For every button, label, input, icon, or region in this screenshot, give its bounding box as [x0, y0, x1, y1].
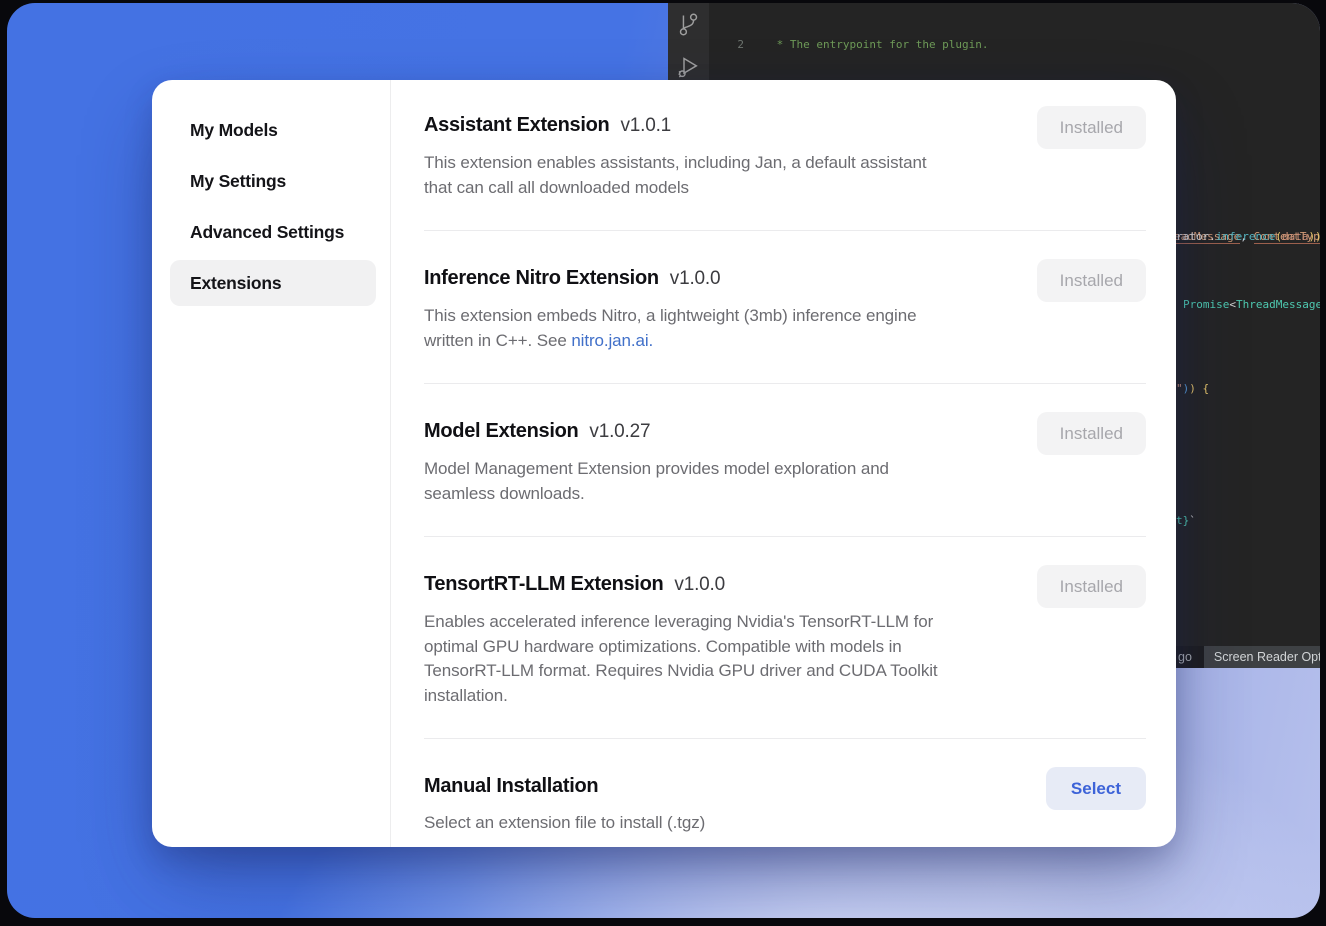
nitro-jan-ai-link[interactable]: nitro.jan.ai.	[571, 331, 653, 350]
status-language-fragment[interactable]: go	[1178, 649, 1192, 665]
installed-button[interactable]: Installed	[1037, 565, 1146, 608]
select-button[interactable]: Select	[1046, 767, 1146, 810]
extension-info: Manual Installation Select an extension …	[424, 773, 705, 836]
settings-sidebar: My Models My Settings Advanced Settings …	[152, 80, 391, 847]
code-line-2: 2 * The entrypoint for the plugin.	[730, 37, 1320, 53]
run-debug-icon[interactable]	[675, 54, 702, 81]
extension-description: This extension embeds Nitro, a lightweig…	[424, 304, 916, 353]
installed-button[interactable]: Installed	[1037, 259, 1146, 302]
sidebar-item-advanced-settings[interactable]: Advanced Settings	[170, 209, 376, 255]
extension-name: Model Extension	[424, 418, 578, 444]
code-fragment-promise: Promise<ThreadMessage>	[1183, 297, 1320, 313]
extension-info: Assistant Extension v1.0.1 This extensio…	[424, 112, 926, 200]
line-number: 2	[730, 37, 744, 53]
extension-version: v1.0.0	[670, 266, 721, 292]
extension-row-inference-nitro: Inference Nitro Extension v1.0.0 This ex…	[424, 231, 1146, 384]
extension-description: Model Management Extension provides mode…	[424, 457, 889, 506]
extension-info: Inference Nitro Extension v1.0.0 This ex…	[424, 265, 916, 353]
extension-row-model: Model Extension v1.0.27 Model Management…	[424, 384, 1146, 537]
extension-info: Model Extension v1.0.27 Model Management…	[424, 418, 889, 506]
code-fragment-parens: ")) {	[1176, 381, 1209, 397]
screen-reader-status-item[interactable]: Screen Reader Optimized	[1204, 646, 1320, 668]
extension-name: Assistant Extension	[424, 112, 609, 138]
extension-description: Enables accelerated inference leveraging…	[424, 610, 938, 708]
extension-info: TensortRT-LLM Extension v1.0.0 Enables a…	[424, 571, 938, 708]
extensions-list: Assistant Extension v1.0.1 This extensio…	[391, 80, 1176, 847]
installed-button[interactable]: Installed	[1037, 106, 1146, 149]
extension-description: Select an extension file to install (.tg…	[424, 811, 705, 836]
code-fragment-template-end: t}`	[1176, 513, 1196, 529]
extension-version: v1.0.0	[674, 572, 725, 598]
source-control-icon[interactable]	[675, 11, 702, 38]
sidebar-item-extensions[interactable]: Extensions	[170, 260, 376, 306]
code-fragment-inference: rator.inference(data));	[1176, 229, 1320, 245]
extension-name: Inference Nitro Extension	[424, 265, 659, 291]
installed-button[interactable]: Installed	[1037, 412, 1146, 455]
extension-row-assistant: Assistant Extension v1.0.1 This extensio…	[424, 110, 1146, 231]
extension-description: This extension enables assistants, inclu…	[424, 151, 926, 200]
extension-row-manual-installation: Manual Installation Select an extension …	[424, 739, 1146, 847]
settings-modal: My Models My Settings Advanced Settings …	[152, 80, 1176, 847]
extension-name: Manual Installation	[424, 773, 598, 799]
extension-version: v1.0.27	[589, 419, 650, 445]
sidebar-item-my-models[interactable]: My Models	[170, 107, 376, 153]
extension-row-tensorrt-llm: TensortRT-LLM Extension v1.0.0 Enables a…	[424, 537, 1146, 739]
extension-version: v1.0.1	[620, 113, 671, 139]
sidebar-item-my-settings[interactable]: My Settings	[170, 158, 376, 204]
screenshot-canvas: 2 * The entrypoint for the plugin. 3 */ …	[7, 3, 1320, 918]
extension-name: TensortRT-LLM Extension	[424, 571, 663, 597]
